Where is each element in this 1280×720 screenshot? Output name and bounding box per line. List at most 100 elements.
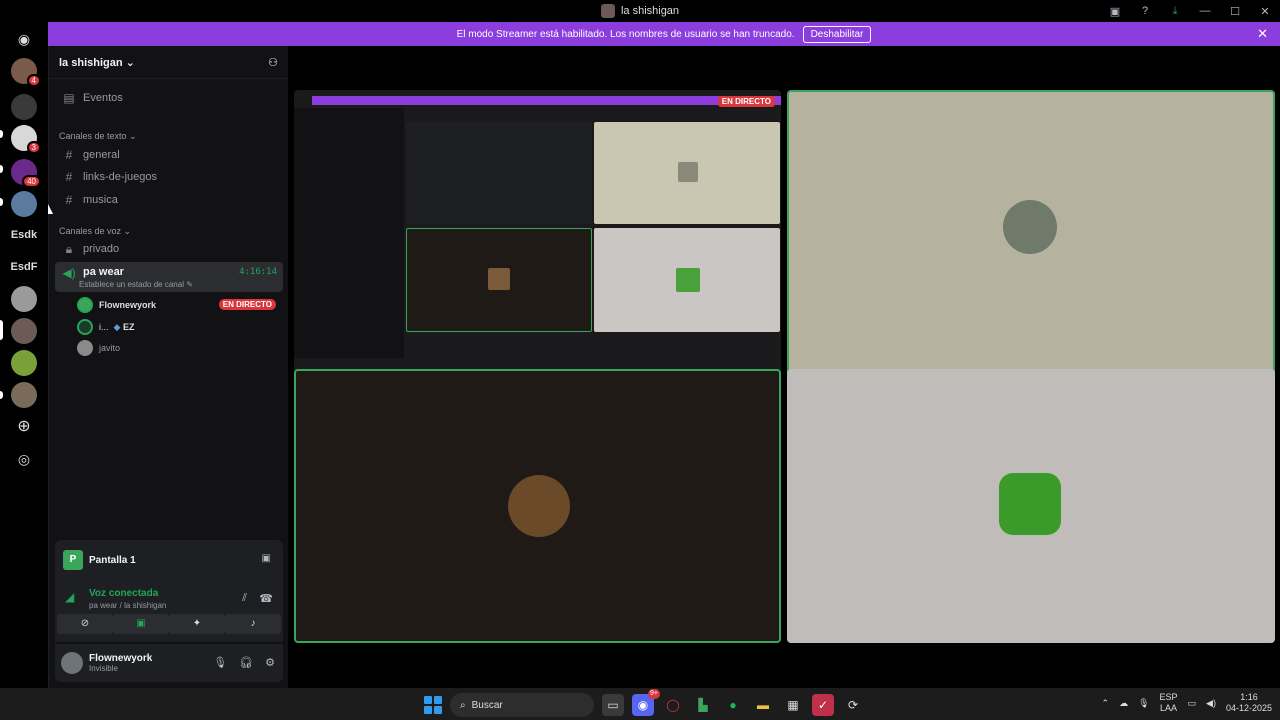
app-icon[interactable]: ⟳ <box>842 694 864 716</box>
server-icon[interactable] <box>11 350 37 376</box>
hash-icon: # <box>65 170 73 184</box>
stop-stream-icon[interactable]: ▣ <box>262 553 271 564</box>
help-icon[interactable]: ? <box>1130 5 1160 17</box>
spotify-icon[interactable]: ● <box>722 694 744 716</box>
screen-share-button[interactable]: ▣ <box>113 614 169 634</box>
events-item[interactable]: ▤ Eventos <box>55 87 283 109</box>
hash-icon: # <box>65 148 73 162</box>
discord-taskbar-icon[interactable]: ◉ 9+ <box>632 689 660 716</box>
discover-icon[interactable]: ◎ <box>11 446 37 472</box>
store-icon[interactable]: ▦ <box>782 694 804 716</box>
disconnect-icon[interactable]: ☎ <box>259 592 273 605</box>
server-icon[interactable]: 3 <box>11 125 41 154</box>
stream-panel[interactable]: P Pantalla 1 ▣ <box>55 540 283 580</box>
discord-home-icon[interactable]: ◉ <box>11 26 37 52</box>
task-view-icon[interactable]: ▭ <box>602 694 624 716</box>
channel-status[interactable]: Establece un estado de canal ✎ <box>79 280 193 289</box>
taskbar-apps: ⌕ Buscar ▭ ◉ 9+ ◯ ▙ ● ▬ ▦ ✓ ⟳ <box>424 689 864 717</box>
start-button[interactable] <box>424 696 442 714</box>
screen-icon: P <box>63 550 83 570</box>
voice-user[interactable]: javito <box>77 338 120 358</box>
participant-tile[interactable] <box>294 369 781 643</box>
channel-links-de-juegos[interactable]: # links-de-juegos <box>55 166 283 188</box>
noise-suppression-icon[interactable]: ⫽ <box>242 592 247 605</box>
opera-icon[interactable]: ◯ <box>662 694 684 716</box>
cloud-icon[interactable]: ☁ <box>1119 698 1128 709</box>
volume-icon[interactable]: ◀) <box>1206 698 1216 709</box>
server-text-icon[interactable]: EsdF <box>4 261 44 273</box>
taskbar-search[interactable]: ⌕ Buscar <box>450 693 594 717</box>
channel-general[interactable]: # general <box>55 144 283 166</box>
avatar <box>77 340 93 356</box>
channel-musica[interactable]: # musica <box>55 189 283 211</box>
stream-preview-banner <box>312 96 781 105</box>
avatar <box>77 319 93 335</box>
server-icon[interactable] <box>11 191 37 217</box>
speaker-icon: ◀) <box>62 266 76 280</box>
add-server-icon[interactable]: ⊕ <box>11 414 37 440</box>
unread-pill <box>0 198 3 206</box>
server-icon[interactable] <box>11 94 37 120</box>
voice-user[interactable]: Flownewyork <box>77 295 156 315</box>
disable-streamer-button[interactable]: Deshabilitar <box>802 25 872 43</box>
voice-actions: ⊘ ▣ ✦ ♪ <box>55 614 283 642</box>
unread-pill <box>0 130 3 138</box>
mention-badge: 3 <box>26 141 41 154</box>
file-explorer-icon[interactable]: ▬ <box>752 694 774 716</box>
text-category[interactable]: Canales de texto ⌄ <box>59 131 137 142</box>
selected-pill <box>0 320 3 340</box>
server-icon[interactable] <box>11 286 37 312</box>
inbox-icon[interactable]: ▣ <box>1100 5 1130 18</box>
download-icon[interactable]: ⤓ <box>1160 5 1190 18</box>
stream-preview-grid <box>406 122 780 332</box>
minimize-button[interactable]: — <box>1190 5 1220 17</box>
participant-tile[interactable] <box>787 369 1275 643</box>
camera-off-button[interactable]: ⊘ <box>57 614 113 634</box>
voice-status[interactable]: Voz conectada <box>89 588 275 599</box>
microphone-icon[interactable]: 🎙︎ <box>1138 698 1149 709</box>
stream-preview-sidebar <box>294 108 404 358</box>
headphones-icon[interactable]: 🎧︎ <box>239 656 253 669</box>
activities-button[interactable]: ✦ <box>169 614 225 634</box>
clan-tag: ◆ <box>113 321 121 332</box>
maximize-button[interactable]: ☐ <box>1220 5 1250 18</box>
guild-header[interactable]: la shishigan ⌄ ⚇ <box>49 46 288 79</box>
close-window-button[interactable]: ✕ <box>1250 5 1280 18</box>
server-icon[interactable] <box>11 318 37 344</box>
server-icon[interactable]: 40 <box>11 159 41 188</box>
app-icon[interactable]: ▙ <box>692 694 714 716</box>
hash-icon: # <box>65 193 73 207</box>
windows-taskbar: ⌕ Buscar ▭ ◉ 9+ ◯ ▙ ● ▬ ▦ ✓ ⟳ ⌃ ☁ 🎙︎ ESP LA… <box>0 688 1280 720</box>
voice-user[interactable]: i... ◆ EZ <box>77 317 134 337</box>
system-tray: ⌃ ☁ 🎙︎ ESP LAA ▭ ◀) 1:16 04-12-2025 <box>1102 692 1272 714</box>
voice-category[interactable]: Canales de voz ⌄ <box>59 226 131 237</box>
settings-icon[interactable]: ⚙ <box>265 656 275 669</box>
server-icon[interactable]: 4 <box>11 58 41 87</box>
chevron-up-icon[interactable]: ⌃ <box>1102 698 1110 709</box>
app-icon[interactable]: ✓ <box>812 694 834 716</box>
server-icon[interactable] <box>11 382 37 408</box>
signal-icon[interactable]: ◢ <box>65 590 74 604</box>
unread-pill <box>0 165 3 173</box>
username[interactable]: Flownewyork <box>89 653 152 664</box>
microphone-icon[interactable]: 🎙︎ <box>213 656 227 669</box>
avatar <box>999 473 1061 535</box>
channel-pa-wear[interactable]: ◀) pa wear 4:16:14 Establece un estado d… <box>55 262 283 292</box>
unread-pill <box>0 391 3 399</box>
language-indicator[interactable]: ESP LAA <box>1160 692 1178 714</box>
server-text-icon[interactable]: Esdk <box>4 229 44 241</box>
soundboard-button[interactable]: ♪ <box>225 614 281 634</box>
clock[interactable]: 1:16 04-12-2025 <box>1226 692 1272 714</box>
network-icon[interactable]: ▭ <box>1188 698 1197 709</box>
invite-icon[interactable]: ⚇ <box>268 56 278 69</box>
avatar[interactable] <box>61 652 83 674</box>
voice-location[interactable]: pa wear / la shishigan <box>89 601 275 610</box>
avatar <box>77 297 93 313</box>
window-titlebar: la shishigan ▣ ? ⤓ — ☐ ✕ <box>0 0 1280 22</box>
channel-privado[interactable]: 🔒︎ privado <box>55 238 283 260</box>
server-icon <box>600 4 615 18</box>
participant-tile[interactable] <box>787 90 1275 408</box>
mention-badge: 4 <box>26 74 41 87</box>
stream-tile[interactable]: EN DIRECTO <box>294 90 781 408</box>
close-banner-icon[interactable]: ✕ <box>1257 26 1268 42</box>
